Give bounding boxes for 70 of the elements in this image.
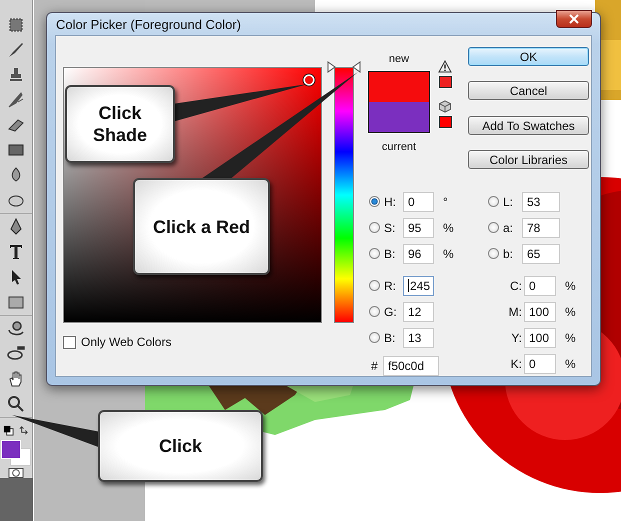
input-field[interactable]: 78 bbox=[522, 218, 560, 238]
field-label: K: bbox=[510, 356, 522, 370]
color-swatch[interactable] bbox=[438, 76, 452, 88]
unit-label: % bbox=[565, 356, 576, 370]
field-label: B: bbox=[384, 246, 396, 260]
input-field[interactable]: 53 bbox=[522, 192, 560, 212]
input-field[interactable]: 13 bbox=[403, 328, 434, 348]
input-field[interactable]: 95 bbox=[403, 218, 434, 238]
radio-button[interactable] bbox=[369, 306, 380, 317]
field-label: G: bbox=[384, 304, 398, 318]
callout: Click Shade bbox=[65, 85, 175, 163]
field-label: S: bbox=[384, 220, 396, 234]
unit-label: % bbox=[443, 220, 454, 234]
input-field[interactable]: 100 bbox=[524, 302, 556, 322]
radio-button[interactable] bbox=[369, 248, 380, 259]
color-swatch[interactable] bbox=[438, 116, 452, 128]
unit-label: % bbox=[565, 278, 576, 292]
dialog-button[interactable]: Cancel bbox=[468, 81, 589, 100]
quick-mask-icon[interactable] bbox=[7, 468, 25, 478]
input-field[interactable]: 245 bbox=[403, 276, 434, 296]
field-label: a: bbox=[503, 220, 514, 234]
radio-button[interactable] bbox=[369, 280, 380, 291]
dialog-button[interactable]: Color Libraries bbox=[468, 150, 589, 169]
input-field[interactable]: 12 bbox=[403, 302, 434, 322]
field-label: R: bbox=[384, 278, 397, 292]
cube-icon[interactable] bbox=[438, 100, 452, 113]
close-button[interactable] bbox=[556, 10, 592, 28]
input-field[interactable]: 65 bbox=[522, 244, 560, 264]
close-icon bbox=[569, 14, 579, 24]
radio-button[interactable] bbox=[369, 332, 380, 343]
unit-label: ° bbox=[443, 194, 448, 208]
dialog-button[interactable]: OK bbox=[468, 47, 589, 66]
checkbox[interactable] bbox=[63, 336, 76, 348]
field-label: b: bbox=[503, 246, 514, 260]
dialog-button[interactable]: Add To Swatches bbox=[468, 116, 589, 135]
callout: Click bbox=[98, 410, 263, 482]
color-marker[interactable] bbox=[302, 73, 316, 87]
color-swatches-drawing[interactable] bbox=[0, 440, 30, 466]
field-label: Y: bbox=[510, 330, 522, 344]
input-field[interactable]: 0 bbox=[524, 354, 556, 374]
input-field[interactable]: 96 bbox=[403, 244, 434, 264]
swatch-label: current bbox=[382, 141, 416, 153]
field-label: L: bbox=[503, 194, 514, 208]
field-label: M: bbox=[508, 304, 522, 318]
default-colors-icon[interactable] bbox=[2, 425, 14, 436]
swap-icon[interactable] bbox=[18, 425, 28, 436]
unit-label: % bbox=[443, 246, 454, 260]
unit-label: % bbox=[565, 330, 576, 344]
radio-button[interactable] bbox=[488, 222, 499, 233]
input-field[interactable]: f50c0d bbox=[383, 356, 439, 376]
field-label: C: bbox=[509, 278, 522, 292]
input-field[interactable]: 0 bbox=[524, 276, 556, 296]
brush-icon[interactable] bbox=[6, 40, 26, 60]
radio-button[interactable] bbox=[369, 222, 380, 233]
swatch-label: new bbox=[388, 53, 410, 65]
field-label: # bbox=[371, 358, 379, 372]
field-label: H: bbox=[384, 194, 397, 208]
callout: Click a Red bbox=[133, 178, 270, 275]
radio-button[interactable] bbox=[488, 248, 499, 259]
radio-button[interactable] bbox=[369, 196, 380, 207]
checkbox-label: Only Web Colors bbox=[81, 335, 172, 349]
input-field[interactable]: 0 bbox=[403, 192, 434, 212]
input-field[interactable]: 100 bbox=[524, 328, 556, 348]
field-label: B: bbox=[384, 330, 396, 344]
window-title: Color Picker (Foreground Color) bbox=[55, 16, 241, 32]
radio-button[interactable] bbox=[488, 196, 499, 207]
warning-icon[interactable] bbox=[438, 60, 452, 73]
unit-label: % bbox=[565, 304, 576, 318]
history-brush-icon[interactable] bbox=[6, 90, 26, 110]
zoom-icon[interactable] bbox=[6, 394, 26, 414]
